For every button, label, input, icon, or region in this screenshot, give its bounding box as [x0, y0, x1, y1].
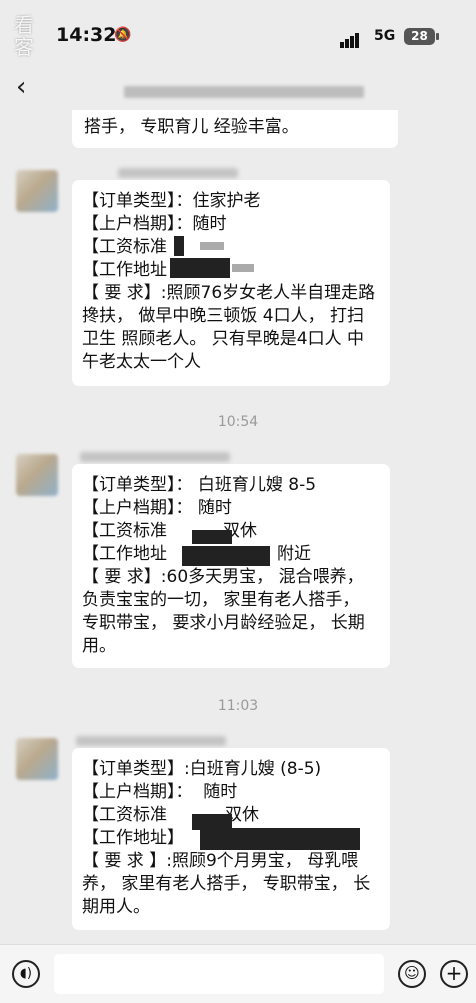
redaction-mosaic — [170, 258, 230, 278]
message-bubble-partial: 搭手， 专职育儿 经验丰富。 — [72, 110, 398, 148]
avatar[interactable] — [16, 170, 58, 212]
timestamp: 10:54 — [217, 414, 259, 430]
redaction-mosaic — [192, 530, 232, 544]
wage-line: 【工资标准 — [82, 237, 167, 257]
redaction-mosaic — [200, 242, 224, 250]
watermark: 看 客 — [14, 13, 34, 59]
battery-tip — [436, 33, 439, 40]
requirement-text: 【 要 求】:60多天男宝， 混合喂养， 负责宝宝的一切， 家里有老人搭手， 专… — [82, 567, 365, 656]
voice-icon[interactable]: ◖) — [12, 960, 40, 988]
order-type-line: 【订单类型】： 白班育儿嫂 8-5 — [82, 475, 317, 495]
redaction-mosaic — [174, 236, 184, 256]
redacted-chat-title — [124, 86, 364, 98]
redacted-sender-name — [118, 168, 238, 178]
plus-icon[interactable]: + — [440, 960, 468, 988]
battery-icon: 28 — [404, 28, 435, 45]
message-bubble: 【订单类型】： 白班育儿嫂 8-5 【上户档期】： 随时 【工资标准 双休 【工作… — [72, 464, 390, 668]
schedule-line: 【上户档期】： 随时 — [82, 498, 232, 518]
redaction-mosaic — [182, 546, 270, 566]
chevron-left-icon[interactable]: ‹ — [16, 72, 26, 102]
chat-input-bar: ◖) ☺ + — [0, 944, 476, 1003]
redaction-mosaic — [200, 828, 360, 850]
redaction-mosaic — [232, 264, 254, 272]
avatar[interactable] — [16, 454, 58, 496]
emoji-icon[interactable]: ☺ — [398, 960, 426, 988]
signal-icon — [340, 29, 360, 48]
status-bar: 看 客 14:32 🔕 5G 28 — [0, 0, 476, 70]
network-type: 5G — [374, 28, 396, 44]
address-line: 【工作地址 — [82, 260, 167, 280]
address-suffix: 附近 — [277, 544, 311, 564]
order-type-line: 【订单类型】：住家护老 — [82, 191, 261, 211]
requirement-text: 【 要 求】:照顾76岁女老人半自理走路搀扶， 做早中晚三顿饭 4口人， 打扫卫… — [82, 283, 376, 372]
redacted-sender-name — [76, 736, 226, 746]
schedule-line: 【上户档期】：随时 — [82, 214, 227, 234]
message-text: 搭手， 专职育儿 经验丰富。 — [84, 117, 299, 137]
status-time: 14:32 — [56, 24, 117, 46]
schedule-line: 【上户档期】： 随时 — [82, 782, 238, 802]
chat-header: ‹ — [0, 70, 476, 110]
avatar[interactable] — [16, 738, 58, 780]
message-bubble: 【订单类型】:白班育儿嫂 (8-5) 【上户档期】： 随时 【工资标准 双休 【工… — [72, 748, 390, 930]
message-input[interactable] — [54, 954, 384, 994]
redacted-sender-name — [80, 452, 230, 462]
message-bubble: 【订单类型】：住家护老 【上户档期】：随时 【工资标准 【工作地址 【 要 求】… — [72, 180, 390, 386]
order-type-line: 【订单类型】:白班育儿嫂 (8-5) — [82, 759, 322, 779]
bell-slash-icon: 🔕 — [114, 27, 132, 43]
requirement-text: 【 要 求 】:照顾9个月男宝， 母乳喂养， 家里有老人搭手， 专职带宝， 长期… — [82, 851, 371, 917]
timestamp: 11:03 — [217, 698, 259, 714]
